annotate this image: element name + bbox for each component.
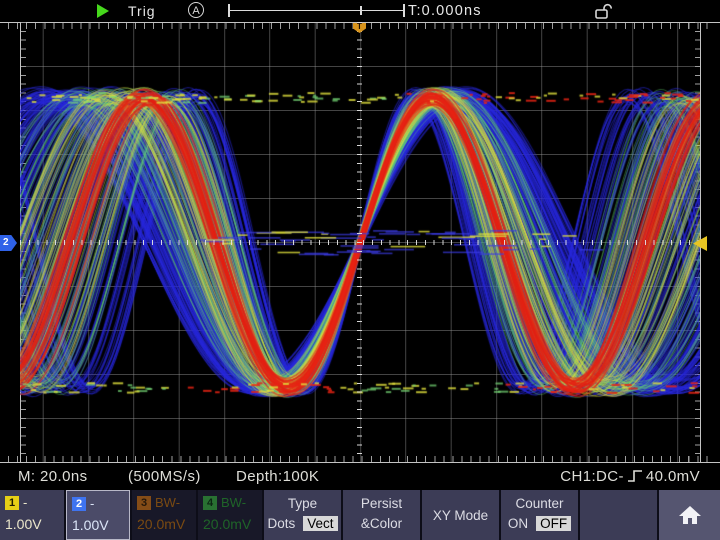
trigger-source-label: CH1:DC- <box>560 468 624 485</box>
channel3-scale: 20.0mV <box>137 516 196 532</box>
timebase-readout: M: 20.0ns <box>18 468 87 485</box>
channel1-scale: 1.00V <box>5 516 64 532</box>
channel3-coupling: BW- <box>155 495 180 510</box>
channel4-scale: 20.0mV <box>203 516 262 532</box>
trigger-level-readout: 40.0mV <box>646 468 700 485</box>
center-horizontal-axis <box>20 240 700 245</box>
trigger-readout: CH1:DC- 40.0mV <box>560 468 700 485</box>
counter-label: Counter <box>501 496 578 511</box>
persist-color-button[interactable]: Persist &Color <box>343 490 420 540</box>
channel1-button[interactable]: 1- 1.00V <box>0 490 64 540</box>
channel2-badge: 2 <box>72 497 86 511</box>
channel1-badge: 1 <box>5 496 19 510</box>
color-label: &Color <box>361 516 402 531</box>
empty-menu-cell <box>580 490 657 540</box>
horizontal-offset-readout: T:0.000ns <box>408 3 482 19</box>
sample-rate-readout: (500MS/s) <box>128 468 201 485</box>
xy-mode-label: XY Mode <box>422 490 499 540</box>
auto-trigger-icon: A <box>188 2 204 18</box>
oscilloscope-screen: Trig A T:0.000ns T 2 M: 20.0ns (500MS/s)… <box>0 0 720 540</box>
counter-on-option[interactable]: ON <box>508 516 528 531</box>
trig-status-label: Trig <box>128 3 156 19</box>
type-vect-option[interactable]: Vect <box>303 516 337 531</box>
home-icon <box>678 504 702 526</box>
memory-position-bar <box>228 4 405 17</box>
channel3-badge: 3 <box>137 496 151 510</box>
xy-mode-button[interactable]: XY Mode <box>422 490 499 540</box>
channel2-coupling: - <box>90 496 94 511</box>
rising-edge-icon <box>627 469 643 484</box>
display-type-button[interactable]: Type Dots Vect <box>264 490 341 540</box>
persist-label: Persist <box>343 496 420 511</box>
channel4-badge: 4 <box>203 496 217 510</box>
channel4-coupling: BW- <box>221 495 246 510</box>
channel2-ground-marker[interactable]: 2 <box>0 235 17 251</box>
memory-window-indicator <box>360 6 362 15</box>
channel3-button[interactable]: 3 BW- 20.0mV <box>132 490 196 540</box>
channel2-scale: 1.00V <box>72 517 129 533</box>
counter-button[interactable]: Counter ON OFF <box>501 490 578 540</box>
memory-depth-readout: Depth:100K <box>236 468 319 485</box>
channel2-button[interactable]: 2- 1.00V <box>66 490 130 540</box>
run-status-icon <box>97 4 109 18</box>
bottom-menu-bar: 1- 1.00V 2- 1.00V 3BW- 20.0mV 4BW- 20.0m… <box>0 490 720 540</box>
type-dots-option[interactable]: Dots <box>267 516 295 531</box>
top-bar: Trig A T:0.000ns <box>0 0 720 22</box>
channel4-button[interactable]: 4 BW- 20.0mV <box>198 490 262 540</box>
channel1-coupling: - <box>23 495 27 510</box>
home-button[interactable] <box>659 490 720 540</box>
type-label: Type <box>264 496 341 511</box>
unlock-icon[interactable] <box>594 2 614 20</box>
counter-off-option[interactable]: OFF <box>536 516 571 531</box>
status-bar: M: 20.0ns (500MS/s) Depth:100K CH1:DC- 4… <box>0 463 720 489</box>
